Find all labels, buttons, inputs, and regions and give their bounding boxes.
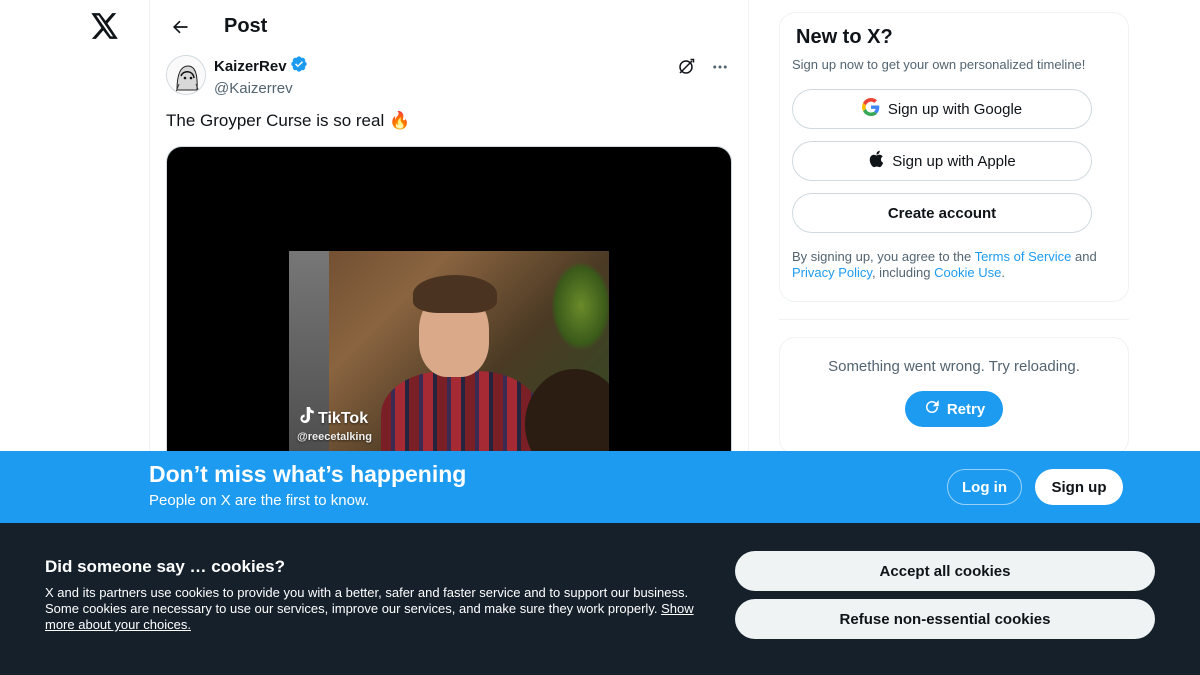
signup-legal: By signing up, you agree to the Terms of… bbox=[792, 249, 1116, 281]
cookie-body: X and its partners use cookies to provid… bbox=[45, 585, 695, 633]
legal-prefix: By signing up, you agree to the bbox=[792, 249, 975, 264]
accept-cookies-button[interactable]: Accept all cookies bbox=[735, 551, 1155, 591]
signup-subtitle: Sign up now to get your own personalized… bbox=[792, 57, 1086, 72]
signup-google-button[interactable]: Sign up with Google bbox=[792, 89, 1092, 129]
cookie-use-link[interactable]: Cookie Use bbox=[934, 265, 1001, 280]
signup-google-label: Sign up with Google bbox=[887, 100, 1023, 118]
login-button[interactable]: Log in bbox=[947, 469, 1022, 505]
tiktok-watermark: TikTok bbox=[299, 407, 368, 430]
page: Post KaizerRev @Kaizerrev The Groyper Cu… bbox=[0, 0, 1200, 675]
more-options-icon[interactable] bbox=[708, 55, 732, 79]
signup-card: New to X? Sign up now to get your own pe… bbox=[779, 12, 1129, 302]
signup-apple-button[interactable]: Sign up with Apple bbox=[792, 141, 1092, 181]
signup-button[interactable]: Sign up bbox=[1035, 469, 1123, 505]
signup-banner: Don’t miss what’s happening People on X … bbox=[0, 451, 1200, 523]
grok-icon[interactable] bbox=[674, 55, 698, 79]
refresh-icon bbox=[923, 398, 941, 420]
author-name-text: KaizerRev bbox=[214, 58, 287, 75]
legal-including: , including bbox=[871, 265, 935, 280]
retry-label: Retry bbox=[946, 400, 986, 418]
tweet: KaizerRev @Kaizerrev The Groyper Curse i… bbox=[150, 55, 748, 466]
tweet-actions bbox=[674, 55, 732, 79]
post-header: Post bbox=[150, 0, 748, 53]
tiktok-handle: @reecetalking bbox=[297, 431, 372, 443]
avatar[interactable] bbox=[166, 55, 206, 95]
video-bg-plant bbox=[551, 261, 609, 351]
verified-badge-icon bbox=[290, 55, 308, 79]
video-person-hair bbox=[413, 275, 497, 313]
cookie-body-text: X and its partners use cookies to provid… bbox=[45, 585, 689, 616]
signup-buttons: Sign up with Google Sign up with Apple C… bbox=[792, 89, 1116, 233]
banner-subtitle: People on X are the first to know. bbox=[149, 492, 370, 509]
arrow-left-icon[interactable] bbox=[168, 15, 192, 39]
legal-and: and bbox=[1071, 249, 1097, 264]
create-account-label: Create account bbox=[887, 204, 997, 222]
legal-period: . bbox=[1001, 265, 1005, 280]
author-handle[interactable]: @Kaizerrev bbox=[214, 79, 308, 99]
tweet-author-row: KaizerRev @Kaizerrev bbox=[166, 55, 732, 99]
tweet-text-body: The Groyper Curse is so real bbox=[166, 111, 385, 130]
signup-title: New to X? bbox=[796, 26, 893, 48]
fire-emoji-icon: 🔥 bbox=[388, 111, 411, 130]
tweet-text: The Groyper Curse is so real 🔥 bbox=[166, 109, 732, 133]
banner-title: Don’t miss what’s happening bbox=[149, 461, 467, 487]
terms-link[interactable]: Terms of Service bbox=[975, 249, 1072, 264]
retry-button[interactable]: Retry bbox=[905, 391, 1003, 427]
sidebar-divider bbox=[779, 319, 1129, 320]
video-thumbnail[interactable]: TikTok @reecetalking bbox=[289, 251, 609, 465]
page-title: Post bbox=[224, 15, 268, 37]
author-name[interactable]: KaizerRev bbox=[214, 55, 308, 79]
cookie-banner: Did someone say … cookies? X and its par… bbox=[0, 523, 1200, 675]
x-logo-icon[interactable] bbox=[89, 10, 121, 42]
refuse-cookies-button[interactable]: Refuse non-essential cookies bbox=[735, 599, 1155, 639]
cookie-title: Did someone say … cookies? bbox=[45, 557, 285, 576]
google-icon bbox=[861, 98, 880, 120]
signup-apple-label: Sign up with Apple bbox=[892, 152, 1016, 170]
apple-icon bbox=[868, 150, 884, 172]
tweet-video[interactable]: TikTok @reecetalking bbox=[166, 146, 732, 466]
privacy-link[interactable]: Privacy Policy bbox=[792, 265, 872, 280]
author-info: KaizerRev @Kaizerrev bbox=[214, 55, 308, 99]
right-sidebar: New to X? Sign up now to get your own pe… bbox=[779, 0, 1129, 455]
error-message: Something went wrong. Try reloading. bbox=[828, 358, 1080, 375]
tiktok-text: TikTok bbox=[318, 409, 369, 427]
create-account-button[interactable]: Create account bbox=[792, 193, 1092, 233]
tiktok-icon bbox=[299, 407, 315, 430]
error-card: Something went wrong. Try reloading. Ret… bbox=[779, 337, 1129, 455]
